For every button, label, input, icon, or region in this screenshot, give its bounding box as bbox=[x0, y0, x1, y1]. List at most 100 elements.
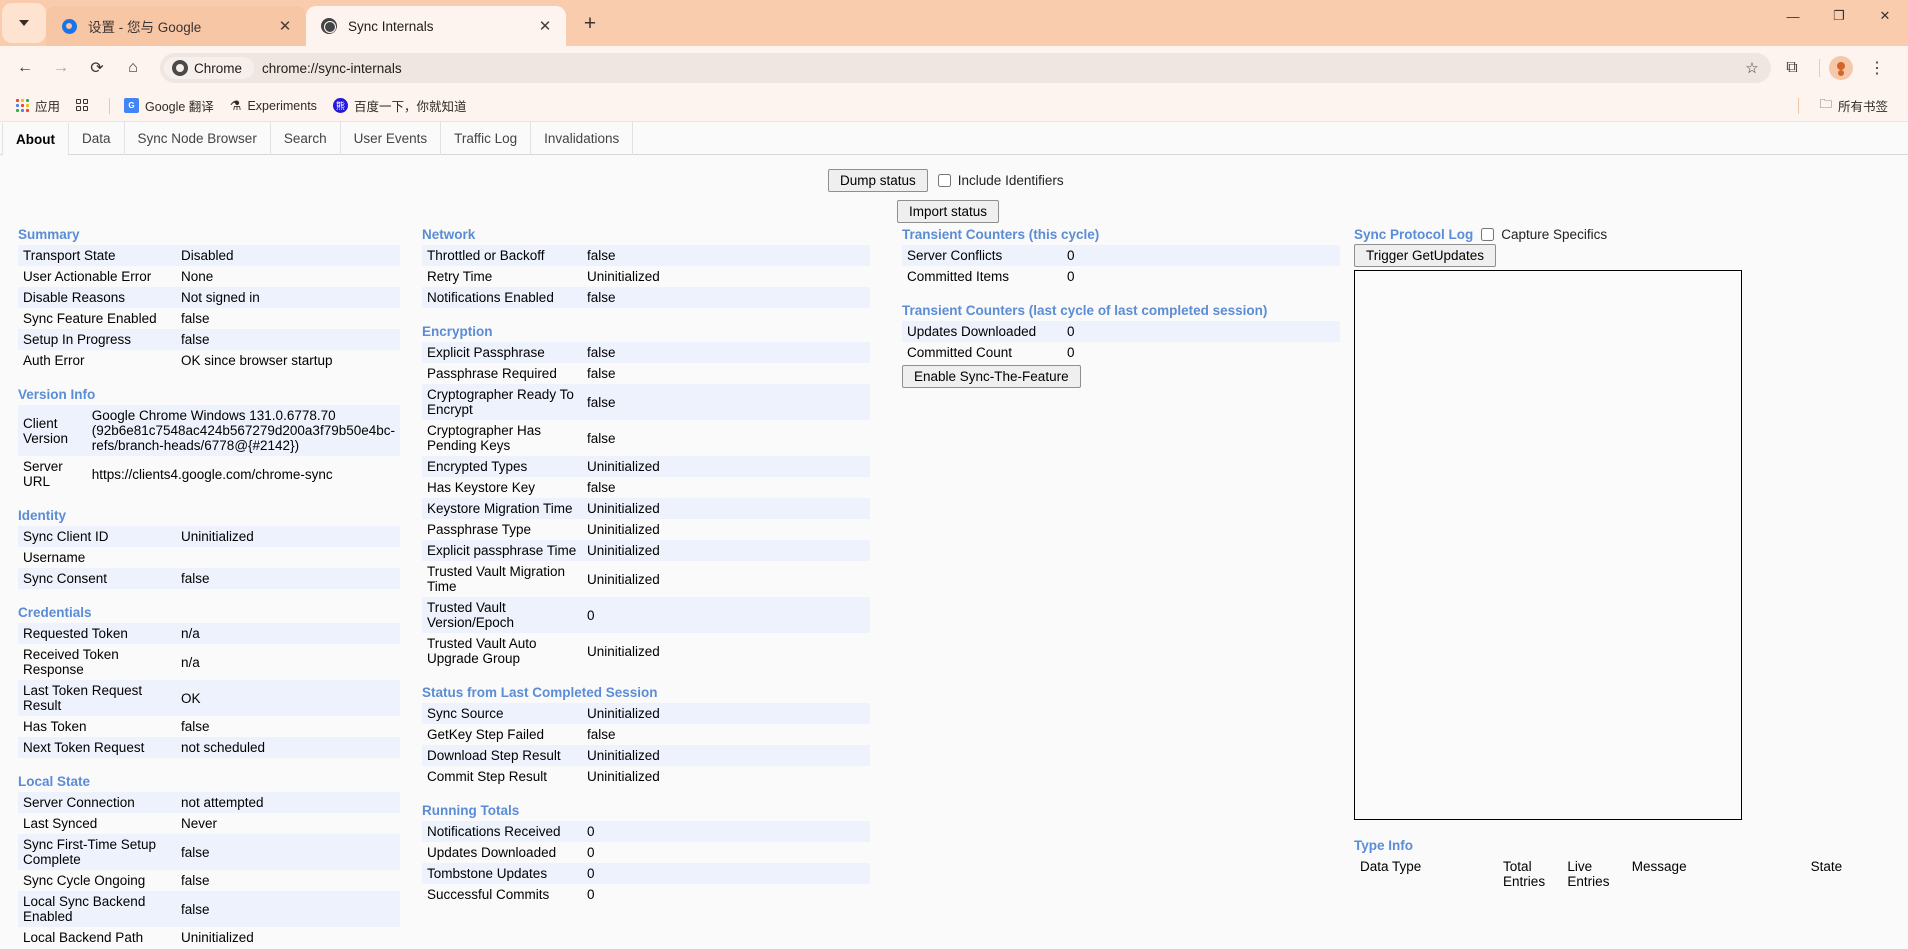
browser-tab-title: Sync Internals bbox=[348, 18, 434, 34]
dump-status-button[interactable]: Dump status bbox=[828, 169, 928, 192]
table-transient-last-cycle: Updates Downloaded 0 Committed Count 0 bbox=[902, 321, 1340, 363]
include-identifiers-label: Include Identifiers bbox=[957, 173, 1064, 188]
bookmark-star-icon[interactable]: ☆ bbox=[1737, 53, 1767, 83]
row-value: Uninitialized bbox=[587, 543, 660, 558]
row-value: false bbox=[181, 901, 210, 917]
close-window-icon[interactable]: ✕ bbox=[1862, 0, 1908, 32]
row-value: 0 bbox=[1067, 345, 1075, 360]
row-key: Explicit Passphrase bbox=[427, 345, 545, 360]
table-row: Retry Time Uninitialized bbox=[422, 266, 870, 287]
row-key: Sync Client ID bbox=[23, 529, 109, 544]
row-value: OK since browser startup bbox=[181, 353, 333, 368]
chrome-chip-label: Chrome bbox=[194, 60, 243, 76]
include-identifiers-checkbox[interactable] bbox=[937, 174, 951, 187]
close-icon[interactable]: ✕ bbox=[534, 15, 556, 37]
maximize-icon[interactable]: ❐ bbox=[1816, 0, 1862, 32]
all-bookmarks-button[interactable]: 🗀 所有书签 bbox=[1811, 92, 1896, 119]
row-key: Last Token Request Result bbox=[23, 683, 143, 713]
minimize-icon[interactable]: — bbox=[1770, 0, 1816, 32]
tab-strip: 设置 - 您与 Google ✕ Sync Internals ✕ + — ❐ … bbox=[0, 0, 1908, 46]
tab-traffic-log[interactable]: Traffic Log bbox=[441, 122, 532, 155]
row-key: Local Backend Path bbox=[23, 930, 144, 945]
tab-data[interactable]: Data bbox=[69, 122, 125, 155]
table-row: Username bbox=[18, 547, 400, 568]
table-row: Updates Downloaded 0 bbox=[902, 321, 1340, 342]
tab-user-events[interactable]: User Events bbox=[341, 122, 442, 155]
chrome-menu-icon[interactable]: ⋮ bbox=[1862, 53, 1892, 83]
bookmark-google-translate[interactable]: G Google 翻译 bbox=[116, 93, 222, 118]
table-row: Commit Step Result Uninitialized bbox=[422, 766, 870, 787]
tab-invalidations[interactable]: Invalidations bbox=[531, 122, 634, 155]
row-value: false bbox=[181, 844, 210, 860]
row-value bbox=[176, 547, 400, 568]
table-row: Client Version Google Chrome Windows 131.… bbox=[18, 405, 400, 456]
tab-about[interactable]: About bbox=[2, 122, 69, 156]
tab-search[interactable]: Search bbox=[271, 122, 341, 155]
avatar[interactable] bbox=[1826, 53, 1856, 83]
forward-icon[interactable]: → bbox=[46, 53, 76, 83]
row-value: Uninitialized bbox=[587, 769, 660, 784]
row-key: Successful Commits bbox=[427, 887, 550, 902]
apps-grid-icon bbox=[16, 99, 29, 112]
info-columns: Summary Transport State Disabled User Act… bbox=[0, 223, 1908, 948]
table-row: GetKey Step Failed false bbox=[422, 724, 870, 745]
bookmark-baidu[interactable]: 熊 百度一下，你就知道 bbox=[325, 93, 475, 118]
capture-specifics-group[interactable]: Capture Specifics bbox=[1481, 227, 1607, 242]
row-key: Server URL bbox=[23, 459, 63, 489]
capture-specifics-label: Capture Specifics bbox=[1501, 227, 1608, 242]
capture-specifics-checkbox[interactable] bbox=[1481, 228, 1495, 241]
protocol-log-header: Sync Protocol Log Capture Specifics bbox=[1354, 223, 1900, 242]
row-key: Keystore Migration Time bbox=[427, 501, 573, 516]
table-header-row: Data Type Total Entries Live Entries Mes… bbox=[1354, 857, 1900, 891]
import-status-button[interactable]: Import status bbox=[897, 200, 1000, 223]
browser-tab-sync-internals[interactable]: Sync Internals ✕ bbox=[306, 6, 566, 46]
bookmark-label: 百度一下，你就知道 bbox=[353, 100, 467, 114]
row-value: false bbox=[587, 248, 616, 263]
back-icon[interactable]: ← bbox=[10, 53, 40, 83]
tab-sync-node-browser[interactable]: Sync Node Browser bbox=[125, 122, 271, 155]
row-value: Uninitialized bbox=[587, 459, 660, 474]
close-icon[interactable]: ✕ bbox=[274, 15, 296, 37]
row-key: Cryptographer Ready To Encrypt bbox=[427, 387, 574, 417]
bookmark-apps[interactable]: 应用 bbox=[8, 93, 68, 118]
table-row: Tombstone Updates 0 bbox=[422, 863, 870, 884]
trigger-getupdates-button[interactable]: Trigger GetUpdates bbox=[1354, 244, 1497, 267]
row-value: false bbox=[587, 727, 616, 742]
row-key: Committed Items bbox=[907, 269, 1010, 284]
folder-icon: 🗀 bbox=[1819, 97, 1832, 111]
row-key: Username bbox=[23, 550, 86, 565]
bookmark-label: Google 翻译 bbox=[145, 100, 214, 114]
new-tab-button[interactable]: + bbox=[574, 8, 606, 40]
tab-search-button[interactable] bbox=[2, 3, 46, 43]
row-key: Transport State bbox=[23, 248, 116, 263]
home-icon[interactable]: ⌂ bbox=[118, 53, 148, 83]
table-row: Local Backend Path Uninitialized bbox=[18, 927, 400, 948]
include-identifiers-group[interactable]: Include Identifiers bbox=[937, 173, 1064, 188]
section-title-running-totals: Running Totals bbox=[422, 803, 520, 818]
table-row: Sync Client ID Uninitialized bbox=[18, 526, 400, 547]
row-value: Uninitialized bbox=[587, 571, 660, 587]
col-header-total-entries: Total Entries bbox=[1503, 859, 1546, 889]
address-bar[interactable]: Chrome chrome://sync-internals ☆ bbox=[160, 53, 1771, 83]
table-row: Passphrase Type Uninitialized bbox=[422, 519, 870, 540]
table-row: Committed Items 0 bbox=[902, 266, 1340, 287]
protocol-log-output[interactable] bbox=[1354, 270, 1742, 820]
table-row: Notifications Enabled false bbox=[422, 287, 870, 308]
table-row: Sync Cycle Ongoing false bbox=[18, 870, 400, 891]
table-row: Explicit Passphrase false bbox=[422, 342, 870, 363]
browser-tab-settings[interactable]: 设置 - 您与 Google ✕ bbox=[46, 6, 306, 46]
row-key: Trusted Vault Migration Time bbox=[427, 564, 566, 594]
bookmark-squares[interactable] bbox=[68, 96, 103, 115]
table-row: Trusted Vault Auto Upgrade Group Uninitia… bbox=[422, 633, 870, 669]
row-key: Setup In Progress bbox=[23, 332, 132, 347]
enable-sync-the-feature-button[interactable]: Enable Sync-The-Feature bbox=[902, 365, 1081, 388]
section-title-local-state: Local State bbox=[18, 774, 91, 789]
section-title-summary: Summary bbox=[18, 227, 80, 242]
bookmark-experiments[interactable]: ⚗ Experiments bbox=[222, 95, 325, 117]
row-value: 0 bbox=[587, 824, 595, 839]
table-row: Auth Error OK since browser startup bbox=[18, 350, 400, 371]
reload-icon[interactable]: ⟳ bbox=[82, 53, 112, 83]
browser-window: 设置 - 您与 Google ✕ Sync Internals ✕ + — ❐ … bbox=[0, 0, 1908, 949]
bookmark-divider bbox=[1798, 97, 1800, 114]
extensions-icon[interactable]: ⧉ bbox=[1777, 53, 1807, 83]
